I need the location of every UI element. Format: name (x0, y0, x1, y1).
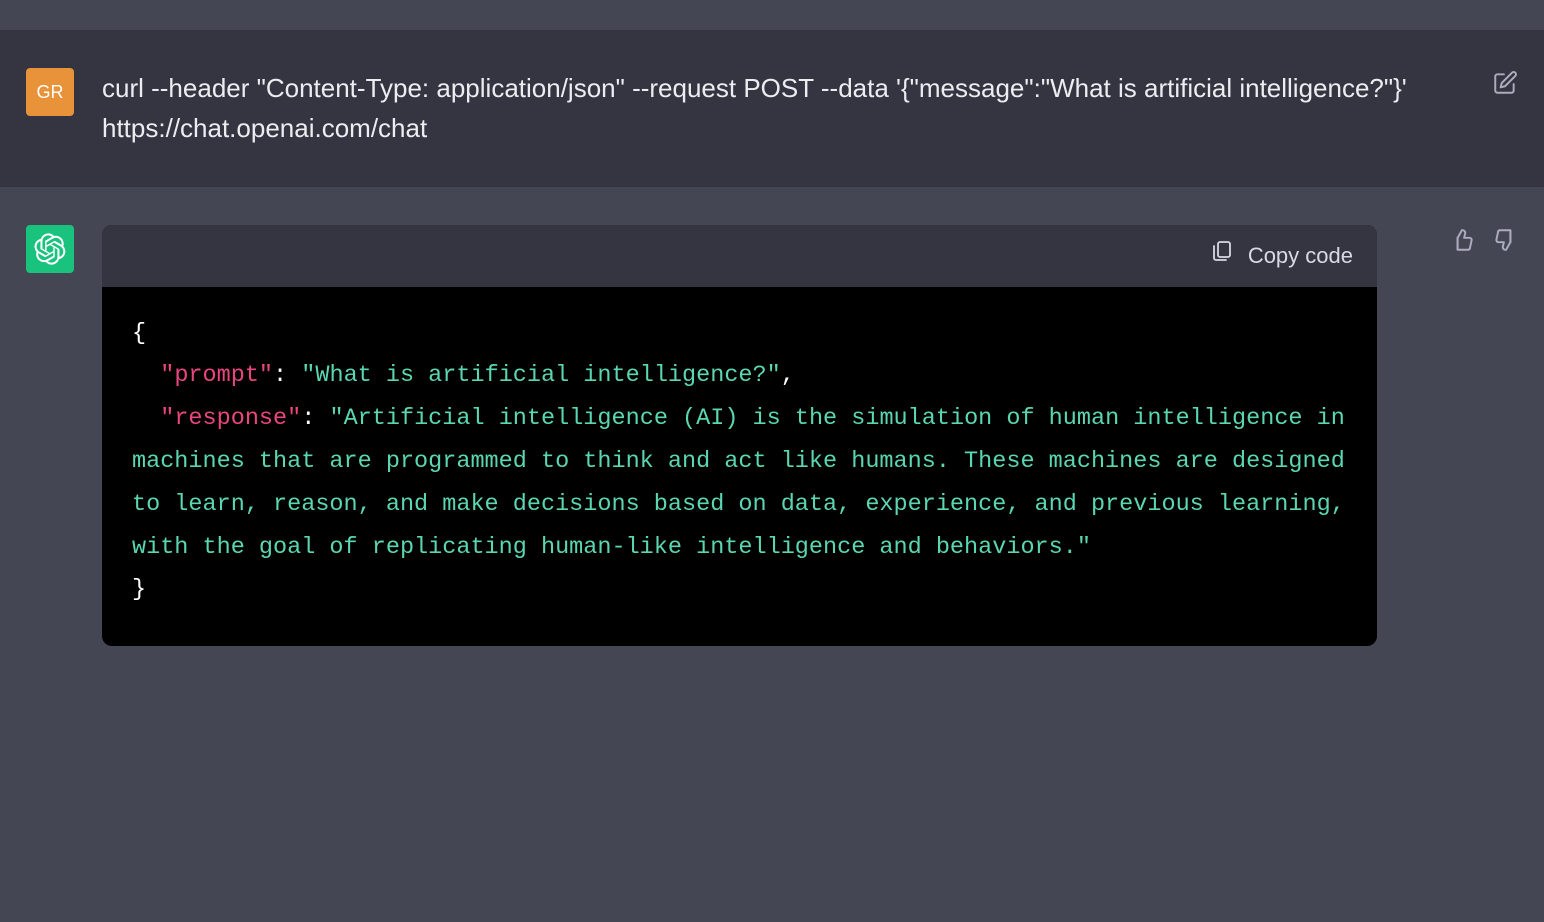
json-value-prompt: "What is artificial intelligence?" (301, 362, 780, 389)
user-message-text: curl --header "Content-Type: application… (102, 68, 1518, 149)
json-indent (132, 362, 160, 389)
code-body[interactable]: { "prompt": "What is artificial intellig… (102, 287, 1377, 646)
copy-code-label: Copy code (1248, 239, 1353, 273)
top-strip (0, 0, 1544, 30)
copy-code-button[interactable]: Copy code (1210, 239, 1353, 273)
json-colon: : (301, 405, 329, 432)
json-key-prompt: "prompt" (160, 362, 273, 389)
code-block-header: Copy code (102, 225, 1377, 287)
assistant-message-content: Copy code { "prompt": "What is artificia… (102, 225, 1518, 646)
assistant-message-actions (1450, 227, 1518, 253)
openai-logo-icon (34, 233, 66, 265)
json-colon: : (273, 362, 301, 389)
json-key-response: "response" (160, 405, 301, 432)
thumbs-down-icon[interactable] (1492, 227, 1518, 253)
clipboard-icon (1210, 239, 1234, 273)
user-avatar: GR (26, 68, 74, 116)
json-comma: , (781, 362, 795, 389)
code-block: Copy code { "prompt": "What is artificia… (102, 225, 1377, 646)
assistant-message-row: Copy code { "prompt": "What is artificia… (0, 187, 1544, 684)
assistant-avatar (26, 225, 74, 273)
user-message-actions (1492, 70, 1518, 96)
edit-icon[interactable] (1492, 70, 1518, 96)
user-avatar-initials: GR (37, 82, 64, 103)
json-open-brace: { (132, 320, 146, 347)
json-close-brace: } (132, 576, 146, 603)
json-indent (132, 405, 160, 432)
thumbs-up-icon[interactable] (1450, 227, 1476, 253)
user-message-row: GR curl --header "Content-Type: applicat… (0, 30, 1544, 187)
